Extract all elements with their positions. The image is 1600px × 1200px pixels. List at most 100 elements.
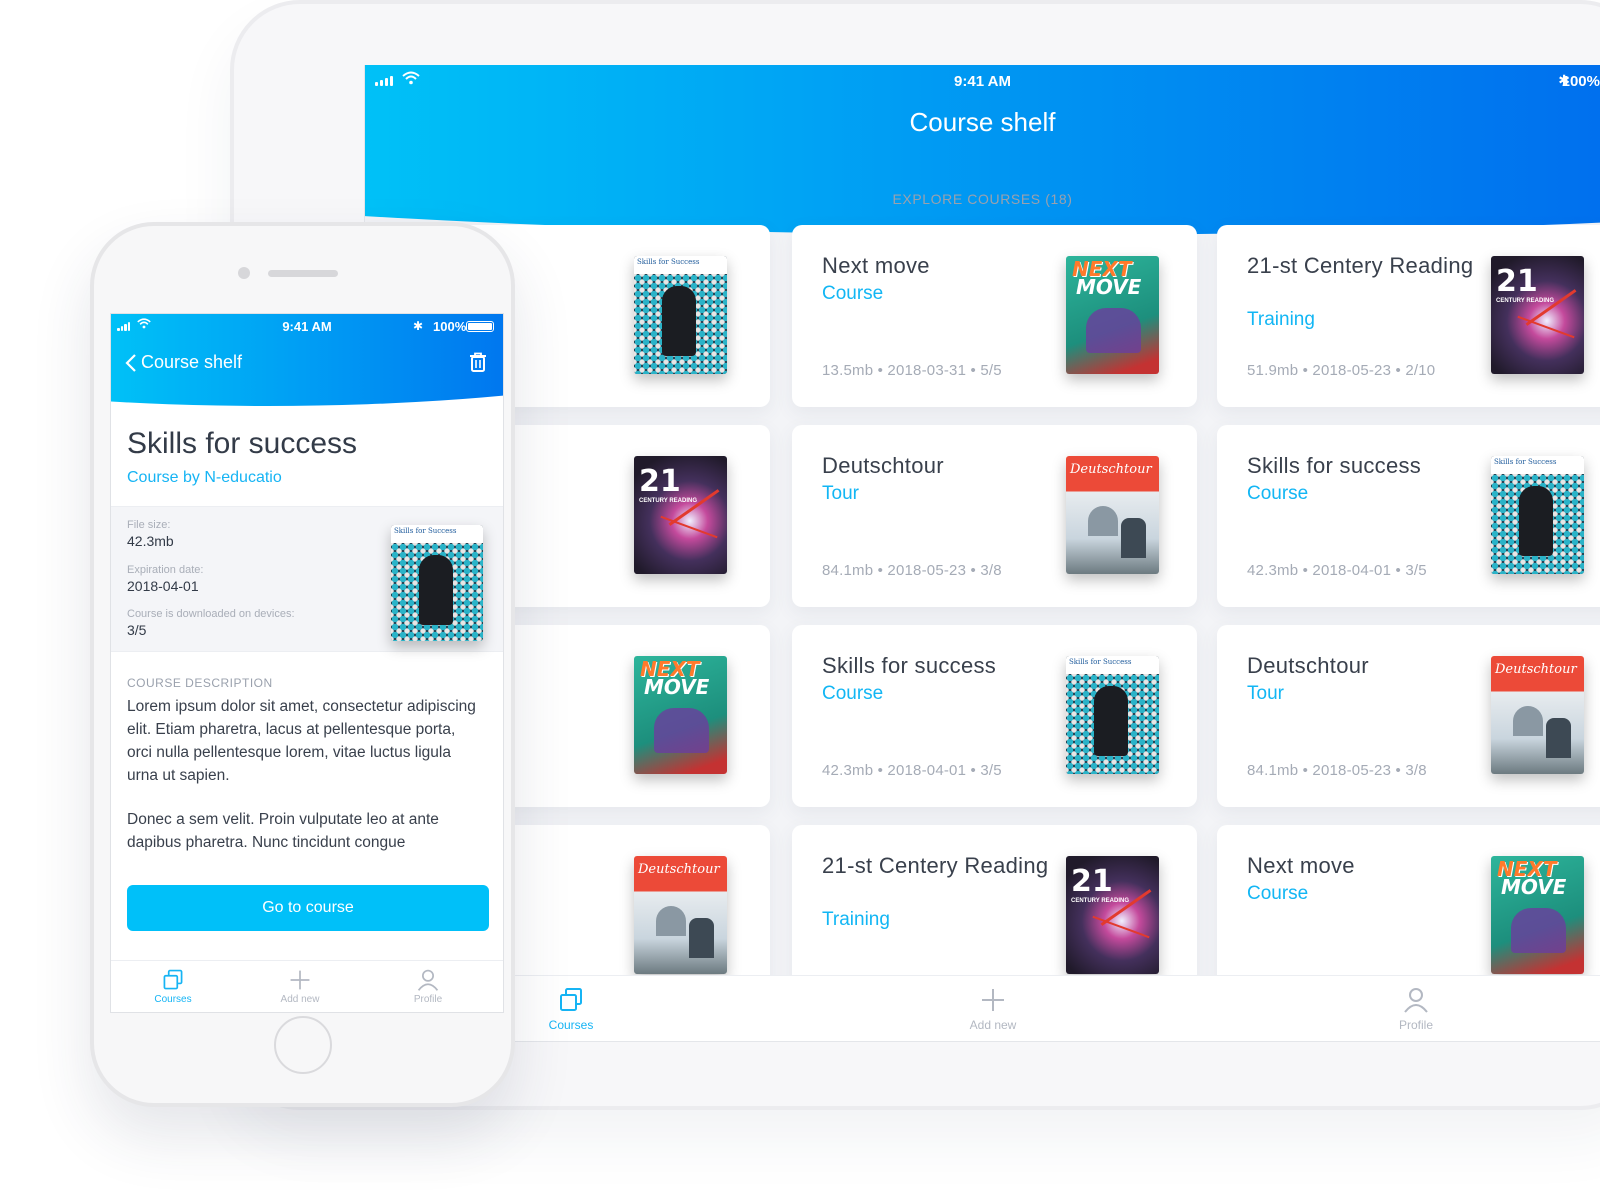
tab-courses-label: Courses (548, 1018, 594, 1032)
cover-photo (1121, 518, 1146, 558)
card-cover: 21 CENTURY READING (634, 456, 727, 574)
home-button[interactable] (274, 1016, 332, 1074)
expiration-label: Expiration date: (127, 564, 204, 576)
cover-silhouette (419, 555, 453, 625)
cover-text: 21 (1496, 264, 1538, 299)
card-title: Skills for success (1247, 453, 1422, 478)
course-card[interactable]: Next move Course 13.5mb • 2018-03-31 • 5/5… (792, 225, 1197, 407)
card-meta: 84.1mb • 2018-05-23 • 3/8 (1247, 762, 1427, 779)
card-meta: 51.9mb • 2018-05-23 • 2/10 (1247, 362, 1436, 379)
description-paragraph-2: Donec a sem velit. Proin vulputate leo a… (127, 811, 439, 851)
cover-text: Skills for Success (1066, 656, 1159, 674)
course-info: File size: 42.3mb Expiration date: 2018-… (111, 506, 503, 652)
card-title: 21-st Centery Reading (1247, 253, 1474, 278)
cover-photo (1513, 706, 1543, 736)
tab-profile[interactable]: Profile (388, 968, 468, 1005)
cover-streak (1517, 315, 1575, 339)
course-cover: Skills for Success (391, 525, 483, 641)
courses-icon (560, 988, 582, 1011)
cover-text: 21 (1071, 864, 1113, 899)
card-type: Course (822, 683, 884, 704)
tablet-screen: 9:41 AM ✱ 100% Course shelf EXPLORE COUR… (364, 65, 1600, 1042)
cover-photo (654, 708, 709, 753)
devices-label: Course is downloaded on devices: (127, 608, 295, 620)
phone-camera (238, 267, 250, 279)
card-title: Deutschtour (1247, 653, 1369, 678)
section-label: EXPLORE COURSES (18) (892, 191, 1073, 207)
battery-percent: 100% (1561, 73, 1600, 90)
tab-profile-label: Profile (1398, 1018, 1433, 1032)
card-type: Tour (822, 483, 859, 504)
card-title: 21-st Centery Reading (822, 853, 1049, 878)
description-heading: COURSE DESCRIPTION (127, 676, 273, 690)
card-meta: 42.3mb • 2018-04-01 • 3/5 (1247, 562, 1427, 579)
card-title: Next move (1247, 853, 1355, 878)
course-card[interactable]: Deutschtour Tour 84.1mb • 2018-05-23 • 3/8… (792, 425, 1197, 607)
cover-text: MOVE (1076, 275, 1142, 299)
status-time: 9:41 AM (954, 73, 1011, 90)
card-type: Course (1247, 883, 1309, 904)
description-paragraph-1: Lorem ipsum dolor sit amet, consectetur … (127, 698, 476, 784)
cover-text: Deutschtour (638, 862, 720, 877)
cover-photo (1546, 718, 1571, 758)
tab-profile-label: Profile (413, 994, 443, 1005)
card-cover: Deutschtour (634, 856, 727, 974)
stage: 9:41 AM ✱ 100% Course shelf EXPLORE COUR… (0, 0, 1600, 1200)
card-type: Training (1247, 309, 1315, 330)
battery-icon (466, 321, 494, 332)
plus-icon (982, 989, 1004, 1011)
cover-streak (660, 515, 718, 539)
course-card[interactable]: Skills for success Course 42.3mb • 2018-04… (792, 625, 1197, 807)
tab-add-new[interactable]: Add new (260, 968, 340, 1005)
cover-silhouette (662, 286, 696, 356)
trash-icon[interactable] (469, 352, 487, 372)
tab-add-new-label: Add new (969, 1018, 1017, 1032)
tab-add-new-label: Add new (280, 994, 320, 1005)
chevron-left-icon (125, 353, 136, 372)
card-cover: Deutschtour (1491, 656, 1584, 774)
card-title: Deutschtour (822, 453, 944, 478)
cover-text: CENTURY READING (639, 498, 698, 504)
card-cover: Skills for Success (1491, 456, 1584, 574)
back-button[interactable]: Course shelf (125, 352, 242, 373)
go-to-course-button[interactable]: Go to course (127, 885, 489, 931)
card-type: Course (822, 283, 884, 304)
card-cover: Skills for Success (1066, 656, 1159, 774)
card-type: Training (822, 909, 890, 930)
cover-text: MOVE (1501, 875, 1567, 899)
tab-courses-label: Courses (154, 994, 192, 1005)
bluetooth-icon: ✱ (413, 319, 424, 333)
card-meta: 42.3mb • 2018-04-01 • 3/5 (822, 762, 1002, 779)
cover-text: CENTURY READING (1071, 898, 1130, 904)
card-cover: 21 CENTURY READING (1066, 856, 1159, 974)
card-cover: 21 CENTURY READING (1491, 256, 1584, 374)
back-label: Course shelf (141, 352, 243, 372)
tab-courses[interactable]: Courses (133, 968, 213, 1005)
cover-text: Skills for Success (1491, 456, 1584, 474)
cover-streak (1092, 915, 1150, 939)
profile-icon (417, 969, 439, 991)
cover-photo (1088, 506, 1118, 536)
plus-icon (290, 970, 310, 990)
tab-add-new[interactable]: Add new (943, 986, 1043, 1032)
tab-courses[interactable]: Courses (521, 986, 621, 1032)
course-card[interactable]: 21-st Centery Reading Training 51.9mb • 20… (1217, 225, 1600, 407)
cover-photo (1511, 908, 1566, 953)
cover-silhouette (1519, 486, 1553, 556)
course-author: Course by N-educatio (127, 469, 282, 486)
cover-text: Deutschtour (1495, 662, 1577, 677)
tab-profile[interactable]: Profile (1366, 986, 1466, 1032)
cover-text: 21 (639, 464, 681, 499)
cover-text: Skills for Success (634, 256, 727, 274)
course-card[interactable]: Skills for success Course 42.3mb • 2018-04… (1217, 425, 1600, 607)
card-title: Next move (822, 253, 930, 278)
card-cover: NEXT MOVE (1491, 856, 1584, 974)
card-title: Skills for success (822, 653, 997, 678)
profile-icon (1404, 988, 1428, 1013)
file-size-label: File size: (127, 519, 171, 531)
course-card[interactable]: Deutschtour Tour 84.1mb • 2018-05-23 • 3/8… (1217, 625, 1600, 807)
cover-silhouette (1094, 686, 1128, 756)
expiration-value: 2018-04-01 (127, 578, 199, 594)
battery-percent: 100% (433, 319, 467, 334)
card-meta: 84.1mb • 2018-05-23 • 3/8 (822, 562, 1002, 579)
